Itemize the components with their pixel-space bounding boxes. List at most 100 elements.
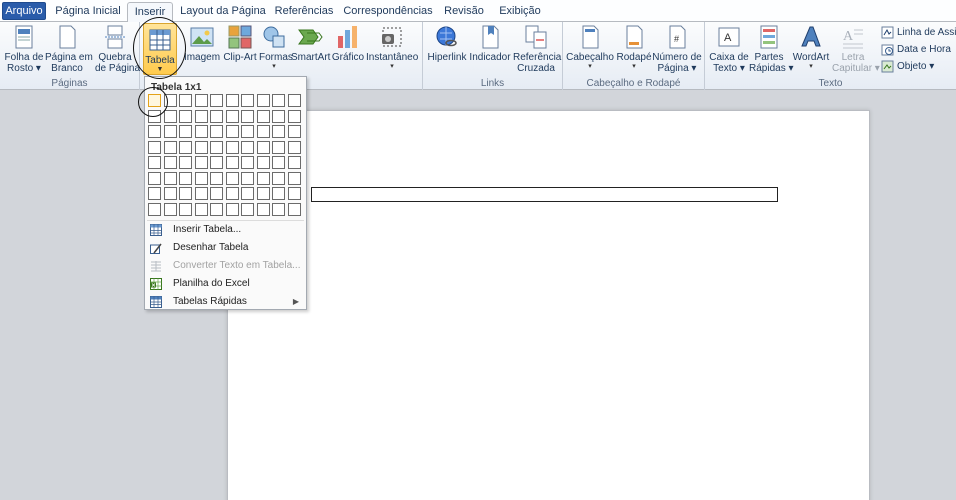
menu-desenhar-tabela[interactable]: Desenhar Tabela	[147, 239, 305, 257]
table-grid-cell[interactable]	[194, 125, 208, 138]
table-grid-cell[interactable]	[241, 94, 254, 107]
tab-referencias[interactable]: Referências	[272, 2, 336, 22]
table-grid-cell[interactable]	[163, 140, 177, 154]
indicador-button[interactable]: Indicador	[469, 24, 511, 63]
table-grid-cell[interactable]	[256, 202, 270, 216]
table-grid-cell[interactable]	[163, 156, 177, 169]
table-grid-cell[interactable]	[210, 171, 223, 185]
table-grid-cell[interactable]	[179, 171, 192, 185]
table-grid-cell[interactable]	[272, 125, 285, 138]
letra-capitular-button[interactable]: A Letra Capitular ▾	[832, 24, 880, 74]
tab-pagina-inicial[interactable]: Página Inicial	[52, 2, 124, 22]
table-grid-cell[interactable]	[241, 156, 254, 169]
table-grid-cell[interactable]	[210, 156, 223, 169]
rodape-button[interactable]: Rodapé ▾	[616, 24, 652, 71]
table-grid-cell[interactable]	[272, 109, 285, 123]
table-grid-cell[interactable]	[225, 94, 239, 107]
referencia-cruzada-button[interactable]: Referência Cruzada	[513, 24, 561, 74]
tab-inserir[interactable]: Inserir	[127, 2, 173, 23]
table-grid-cell[interactable]	[225, 140, 239, 154]
table-grid-cell[interactable]	[210, 125, 223, 138]
menu-planilha-excel[interactable]: Planilha do Excel	[147, 275, 305, 293]
table-grid-cell[interactable]	[287, 140, 301, 154]
smartart-button[interactable]: SmartArt	[291, 24, 330, 63]
table-grid-cell[interactable]	[225, 125, 239, 138]
table-grid-cell[interactable]	[287, 109, 301, 123]
menu-tabelas-rapidas[interactable]: Tabelas Rápidas ▶	[147, 293, 305, 311]
table-grid-cell[interactable]	[256, 187, 270, 200]
table-grid-cell[interactable]	[225, 109, 239, 123]
folha-rosto-button[interactable]: Folha de Rosto ▾	[4, 24, 44, 74]
caixa-texto-button[interactable]: A Caixa de Texto ▾	[709, 24, 749, 74]
table-grid-cell[interactable]	[194, 94, 208, 107]
table-grid-cell[interactable]	[287, 156, 301, 169]
table-grid-cell[interactable]	[163, 187, 177, 200]
objeto-button[interactable]: Objeto ▾	[881, 59, 934, 75]
table-grid-cell[interactable]	[163, 94, 177, 107]
partes-rapidas-button[interactable]: Partes Rápidas ▾	[749, 24, 794, 74]
table-grid-cell[interactable]	[163, 171, 177, 185]
table-grid-cell[interactable]	[241, 140, 254, 154]
table-grid-cell[interactable]	[179, 202, 192, 216]
table-grid-cell[interactable]	[210, 109, 223, 123]
imagem-button[interactable]: Imagem	[183, 24, 221, 63]
clipart-button[interactable]: Clip-Art	[222, 24, 258, 63]
table-grid-cell[interactable]	[148, 156, 161, 169]
table-grid-cell[interactable]	[194, 171, 208, 185]
tab-correspondencias[interactable]: Correspondências	[343, 2, 433, 22]
hiperlink-button[interactable]: Hiperlink	[427, 24, 467, 63]
table-grid-cell[interactable]	[256, 125, 270, 138]
table-grid-cell[interactable]	[287, 171, 301, 185]
tab-layout-pagina[interactable]: Layout da Página	[179, 2, 267, 22]
table-grid-cell[interactable]	[256, 140, 270, 154]
cabecalho-button[interactable]: Cabeçalho ▾	[566, 24, 614, 71]
wordart-button[interactable]: WordArt ▾	[791, 24, 831, 71]
table-grid-cell[interactable]	[272, 202, 285, 216]
table-grid-cell[interactable]	[241, 202, 254, 216]
tab-exibicao[interactable]: Exibição	[495, 2, 545, 22]
table-grid-cell[interactable]	[179, 125, 192, 138]
table-grid-cell[interactable]	[225, 156, 239, 169]
table-grid-cell[interactable]	[210, 140, 223, 154]
document-page[interactable]	[227, 110, 870, 500]
table-grid-cell[interactable]	[194, 140, 208, 154]
table-grid-cell[interactable]	[225, 187, 239, 200]
table-grid-cell[interactable]	[241, 109, 254, 123]
quebra-pagina-button[interactable]: Quebra de Página	[95, 24, 140, 74]
table-grid-cell[interactable]	[179, 187, 192, 200]
tabela-button[interactable]: Tabela ▼	[143, 23, 177, 75]
table-grid-cell[interactable]	[287, 125, 301, 138]
table-grid-cell[interactable]	[287, 94, 301, 107]
table-grid-cell[interactable]	[241, 125, 254, 138]
table-grid-cell[interactable]	[179, 109, 192, 123]
table-grid-cell[interactable]	[272, 187, 285, 200]
linha-assinatura-button[interactable]: Linha de Assin	[881, 25, 956, 41]
formas-button[interactable]: Formas ▾	[259, 24, 293, 71]
table-grid-cell[interactable]	[225, 202, 239, 216]
table-grid-cell[interactable]	[194, 202, 208, 216]
table-grid-cell[interactable]	[194, 187, 208, 200]
table-grid-cell[interactable]	[241, 171, 254, 185]
table-grid-cell[interactable]	[287, 187, 301, 200]
tab-arquivo[interactable]: Arquivo	[2, 2, 46, 20]
table-grid-cell[interactable]	[179, 140, 192, 154]
table-grid-cell[interactable]	[148, 171, 161, 185]
table-grid-cell[interactable]	[256, 156, 270, 169]
table-grid-cell[interactable]	[148, 94, 161, 107]
table-grid-cell[interactable]	[148, 125, 161, 138]
tab-revisao[interactable]: Revisão	[440, 2, 488, 22]
table-grid-cell[interactable]	[194, 156, 208, 169]
table-grid-cell[interactable]	[163, 109, 177, 123]
table-grid-cell[interactable]	[179, 94, 192, 107]
table-grid-cell[interactable]	[148, 187, 161, 200]
table-grid-cell[interactable]	[272, 140, 285, 154]
table-grid-cell[interactable]	[148, 140, 161, 154]
numero-pagina-button[interactable]: # Número de Página ▾	[652, 24, 702, 74]
table-grid-cell[interactable]	[194, 109, 208, 123]
table-grid-cell[interactable]	[179, 156, 192, 169]
menu-converter-texto[interactable]: Converter Texto em Tabela...	[147, 257, 305, 275]
table-grid-cell[interactable]	[256, 109, 270, 123]
table-grid-cell[interactable]	[148, 202, 161, 216]
pagina-branco-button[interactable]: Página em Branco	[45, 24, 93, 74]
table-grid-cell[interactable]	[210, 94, 223, 107]
